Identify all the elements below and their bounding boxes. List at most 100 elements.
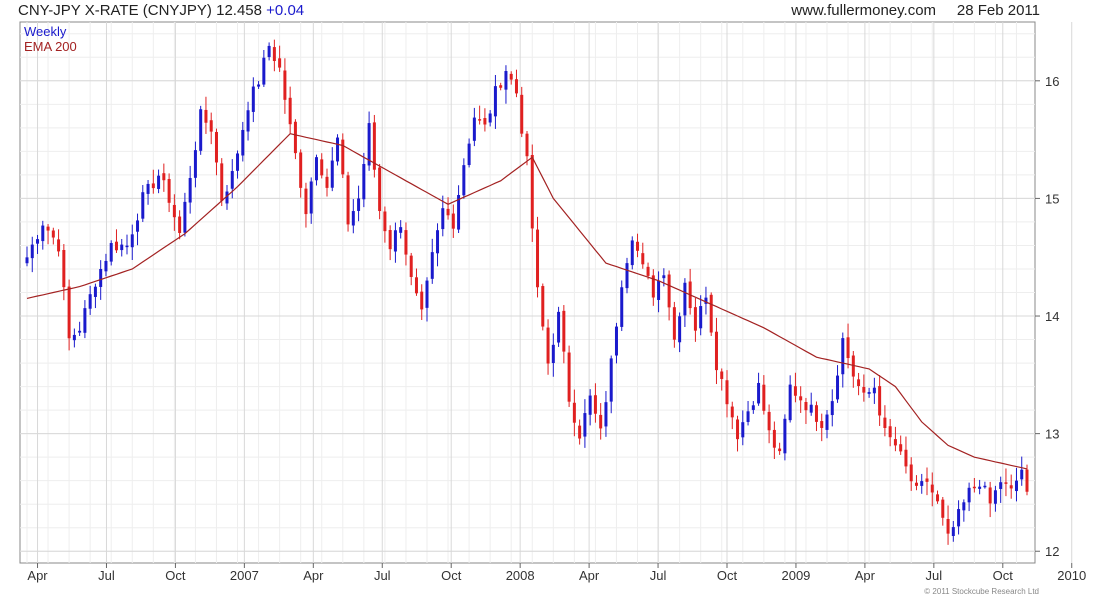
candle-body [383, 211, 387, 232]
candle-body [178, 216, 182, 233]
y-tick-label: 16 [1045, 74, 1059, 89]
candle-body [951, 527, 955, 537]
candle-body [646, 266, 650, 276]
candle-body [741, 422, 745, 438]
candle-body [241, 129, 245, 156]
candle-body [299, 152, 303, 188]
candle-body [699, 306, 703, 329]
candle-body [214, 131, 218, 163]
candle-body [1014, 480, 1018, 492]
candle-body [914, 482, 918, 486]
candle-body [1009, 485, 1013, 489]
y-tick-label: 14 [1045, 309, 1059, 324]
legend-ema-200: EMA 200 [24, 39, 77, 54]
candle-body [293, 121, 297, 154]
candle-body [825, 414, 829, 430]
candle-body [262, 57, 266, 85]
candle-body [420, 291, 424, 310]
candle-body [72, 334, 76, 341]
candle-body [757, 382, 761, 404]
candle-body [51, 230, 55, 238]
candle-body [199, 109, 203, 151]
candle-body [541, 286, 545, 327]
candle-body [609, 358, 613, 402]
candle-body [36, 239, 40, 244]
copyright-credit: © 2011 Stockcube Research Ltd [924, 587, 1039, 596]
x-tick-label: Apr [303, 568, 324, 583]
candle-body [778, 448, 782, 452]
candle-body [599, 414, 603, 429]
candle-body [583, 413, 587, 437]
candle-body [488, 113, 492, 123]
candle-body [936, 494, 940, 502]
candle-body [625, 263, 629, 289]
candle-body [499, 85, 503, 88]
candle-body [193, 150, 197, 178]
x-tick-label: Jul [926, 568, 943, 583]
candle-body [162, 173, 166, 181]
candle-body [378, 167, 382, 212]
candle-body [130, 234, 134, 248]
candle-up [620, 280, 624, 332]
candle-body [872, 387, 876, 394]
candle-body [962, 502, 966, 511]
candle-body [362, 163, 366, 200]
candle-body [530, 154, 534, 229]
candle-up [199, 105, 203, 155]
x-tick-label: Apr [27, 568, 48, 583]
candle-body [588, 395, 592, 415]
candle-body [836, 375, 840, 400]
x-tick-label: Oct [717, 568, 738, 583]
candle-body [230, 171, 234, 189]
candle-body [441, 208, 445, 230]
candle-body [325, 176, 329, 188]
candle-body [888, 426, 892, 438]
candle-body [772, 429, 776, 448]
candle-body [446, 208, 450, 216]
candle-body [493, 86, 497, 117]
candle-body [978, 486, 982, 489]
candle-body [667, 274, 671, 308]
x-tick-label: Oct [993, 568, 1014, 583]
x-tick-label: Jul [650, 568, 667, 583]
candle-body [946, 519, 950, 534]
candle-body [957, 509, 961, 527]
candle-body [814, 405, 818, 422]
candle-body [720, 371, 724, 379]
x-tick-label: 2007 [230, 568, 259, 583]
candle-body [883, 417, 887, 428]
candle-body [804, 401, 808, 411]
candle-body [999, 482, 1003, 489]
candle-body [467, 143, 471, 166]
candle-body [88, 294, 92, 309]
candle-body [972, 486, 976, 489]
candle-body [183, 201, 187, 233]
candle-body [509, 73, 513, 80]
candle-down [220, 158, 224, 207]
candle-down [378, 163, 382, 220]
candle-body [657, 280, 661, 300]
candle-body [346, 175, 350, 225]
candle-body [604, 402, 608, 427]
candle-body [304, 188, 308, 215]
candle-body [899, 444, 903, 452]
candle-body [267, 45, 271, 58]
x-tick-label: Apr [855, 568, 876, 583]
candle-body [172, 204, 176, 218]
candle-body [436, 230, 440, 254]
candle-body [793, 386, 797, 396]
candle-body [736, 419, 740, 440]
candle-body [236, 153, 240, 171]
candle-body [478, 119, 482, 121]
candle-body [157, 175, 161, 189]
candle-body [514, 79, 518, 94]
candle-up [557, 306, 561, 347]
candle-body [967, 487, 971, 503]
candle-body [41, 225, 45, 242]
candle-body [730, 406, 734, 418]
candle-body [136, 220, 140, 232]
candle-body [783, 418, 787, 454]
candle-body [693, 307, 697, 331]
candle-body [820, 421, 824, 428]
candle-body [393, 230, 397, 252]
